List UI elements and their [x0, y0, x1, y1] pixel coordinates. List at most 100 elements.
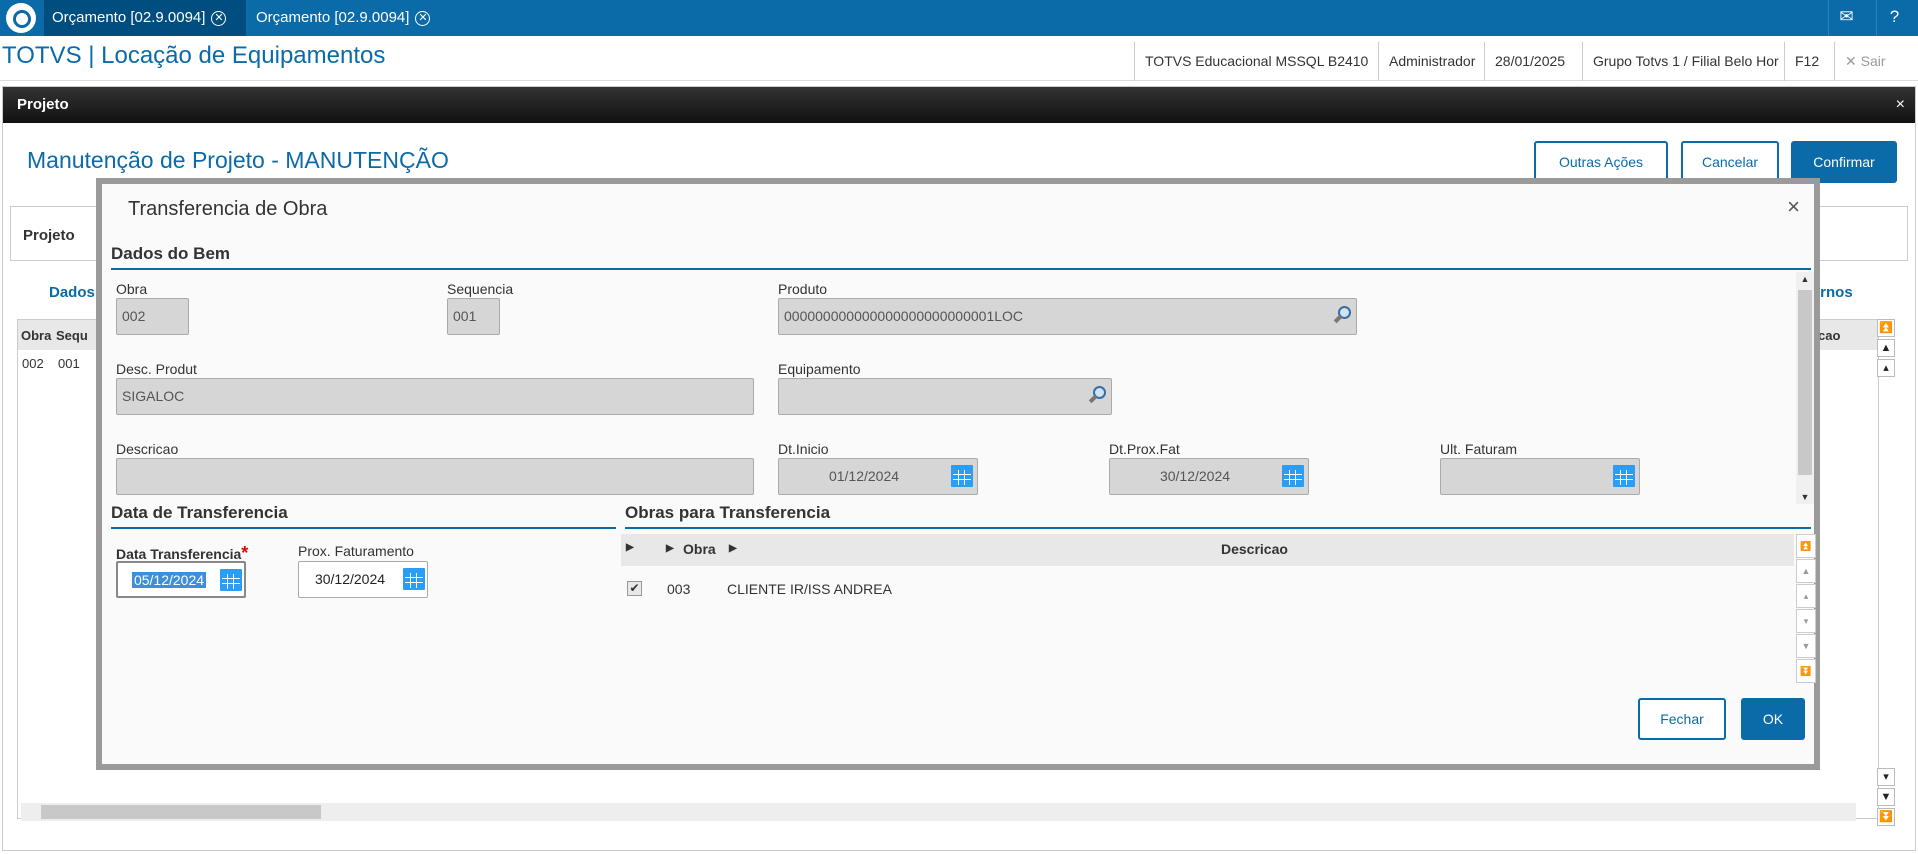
desc-produt-label: Desc. Produt: [116, 361, 197, 377]
ult-faturam-field[interactable]: / /: [1440, 458, 1640, 495]
close-tab-icon[interactable]: ✕: [415, 10, 431, 26]
desc-produt-field[interactable]: SIGALOC: [116, 378, 754, 415]
calendar-icon[interactable]: [951, 465, 973, 487]
data-transferencia-input[interactable]: 05/12/2024: [116, 561, 246, 598]
ult-faturam-label: Ult. Faturam: [1440, 441, 1518, 457]
tab-label: Orçamento [02.9.0094]: [256, 9, 410, 26]
produto-label: Produto: [778, 281, 828, 297]
top-bar: Orçamento [02.9.0094] ✕ Orçamento [02.9.0…: [0, 0, 1918, 36]
produto-field[interactable]: 000000000000000000000000001LOC: [778, 298, 1357, 335]
equipamento-search-icon[interactable]: [1088, 386, 1107, 404]
col-descricao-header[interactable]: Descricao: [1221, 541, 1288, 557]
bg-cell-obra[interactable]: 002: [22, 356, 44, 371]
produto-search-icon[interactable]: [1333, 306, 1352, 324]
grid-navigation: ⏫ ▲ ▴ ▾ ▼ ⏬: [1796, 534, 1816, 684]
obras-grid-header: ▶ ▶ Obra ▶ Descricao: [621, 534, 1794, 566]
help-icon[interactable]: ?: [1876, 0, 1912, 36]
branch-label[interactable]: Grupo Totvs 1 / Filial Belo Hor: [1582, 42, 1784, 81]
move-up-icon[interactable]: ▲: [1796, 559, 1816, 583]
move-down-small-icon[interactable]: ▾: [1796, 609, 1816, 633]
scroll-up-icon[interactable]: ▲: [1796, 272, 1814, 286]
bg-cell-seq[interactable]: 001: [58, 356, 80, 371]
modal-body: Transferencia de Obra × Dados do Bem Obr…: [102, 184, 1816, 764]
environment-label[interactable]: TOTVS Educacional MSSQL B2410: [1134, 42, 1378, 81]
ok-button[interactable]: OK: [1741, 698, 1805, 740]
move-up-icon[interactable]: ▲: [1877, 339, 1895, 357]
dt-prox-fat-value: 30/12/2024: [1159, 468, 1231, 484]
bg-col-right: cao: [1818, 328, 1841, 343]
close-tab-icon[interactable]: ✕: [211, 10, 227, 26]
prox-faturamento-value: 30/12/2024: [314, 571, 386, 587]
obras-transferencia-section: Obras para Transferencia: [625, 503, 1811, 529]
obra-label: Obra: [116, 281, 148, 297]
prox-faturamento-input[interactable]: 30/12/2024: [298, 561, 428, 598]
panel-title: Projeto: [17, 96, 69, 113]
tab-label: Orçamento [02.9.0094]: [52, 9, 206, 26]
horizontal-scrollbar[interactable]: [21, 803, 1856, 821]
move-top-icon[interactable]: ⏫: [1877, 319, 1895, 337]
modal-vertical-scrollbar[interactable]: ▲ ▼: [1796, 272, 1814, 504]
tab-orcamento-2[interactable]: Orçamento [02.9.0094] ✕: [248, 0, 448, 36]
row-checkbox[interactable]: ✔: [627, 581, 642, 596]
cell-descricao: CLIENTE IR/ISS ANDREA: [727, 581, 892, 597]
tab-dados[interactable]: Dados: [49, 284, 95, 301]
move-down-icon[interactable]: ▼: [1796, 634, 1816, 658]
projeto-section-title: Projeto: [23, 227, 75, 244]
logout-button[interactable]: ✕ Sair: [1834, 42, 1918, 81]
bg-col-obra: Obra: [21, 328, 52, 343]
move-up-small-icon[interactable]: ▴: [1796, 584, 1816, 608]
move-down-icon[interactable]: ▼: [1877, 788, 1895, 806]
scroll-thumb[interactable]: [1798, 290, 1812, 475]
required-marker: *: [241, 543, 249, 563]
move-top-icon[interactable]: ⏫: [1796, 534, 1816, 558]
dados-do-bem-section: Dados do Bem: [111, 244, 1811, 270]
calendar-icon[interactable]: [403, 568, 425, 590]
scroll-down-icon[interactable]: ▼: [1796, 490, 1814, 504]
calendar-icon[interactable]: [1613, 465, 1635, 487]
move-up-small-icon[interactable]: ▴: [1877, 359, 1895, 377]
confirm-button[interactable]: Confirmar: [1791, 141, 1897, 183]
app-title: TOTVS | Locação de Equipamentos: [2, 42, 386, 69]
modal-title: Transferencia de Obra: [128, 198, 328, 220]
dt-inicio-field[interactable]: 01/12/2024: [778, 458, 978, 495]
sequencia-label: Sequencia: [447, 281, 514, 297]
page-title: Manutenção de Projeto - MANUTENÇÃO: [27, 147, 449, 173]
dt-prox-fat-field[interactable]: 30/12/2024: [1109, 458, 1309, 495]
descricao-label: Descricao: [116, 441, 179, 457]
move-down-small-icon[interactable]: ▾: [1877, 768, 1895, 786]
move-bottom-icon[interactable]: ⏬: [1796, 659, 1816, 683]
data-transferencia-section: Data de Transferencia: [111, 503, 616, 529]
sequencia-field[interactable]: 001: [447, 298, 500, 335]
calendar-icon[interactable]: [1282, 465, 1304, 487]
cancel-button[interactable]: Cancelar: [1681, 141, 1779, 183]
user-label[interactable]: Administrador: [1378, 42, 1484, 81]
obra-field[interactable]: 002: [116, 298, 189, 335]
calendar-icon[interactable]: [220, 569, 242, 591]
close-modal-icon[interactable]: ×: [1787, 194, 1800, 220]
scroll-thumb[interactable]: [41, 805, 321, 819]
equipamento-field[interactable]: [778, 378, 1112, 415]
f12-shortcut[interactable]: F12: [1784, 42, 1834, 81]
panel-header: Projeto ×: [3, 87, 1915, 123]
mail-icon[interactable]: ✉: [1828, 0, 1864, 36]
dt-inicio-value: 01/12/2024: [828, 468, 900, 484]
app-header: TOTVS | Locação de Equipamentos TOTVS Ed…: [0, 36, 1918, 81]
close-panel-icon[interactable]: ×: [1896, 87, 1905, 123]
data-transferencia-label-text: Data Transferencia: [116, 546, 242, 562]
sort-icon[interactable]: ▶: [729, 543, 737, 554]
transferencia-modal: Transferencia de Obra × Dados do Bem Obr…: [96, 178, 1820, 770]
col-obra-header[interactable]: Obra: [683, 541, 716, 557]
fechar-button[interactable]: Fechar: [1638, 698, 1726, 740]
dt-prox-fat-label: Dt.Prox.Fat: [1109, 441, 1180, 457]
table-row[interactable]: ✔ 003 CLIENTE IR/ISS ANDREA: [621, 572, 1794, 606]
row-marker-icon: ▶: [626, 542, 634, 553]
date-label[interactable]: 28/01/2025: [1484, 42, 1582, 81]
outras-acoes-button[interactable]: Outras Ações: [1534, 141, 1668, 183]
sort-icon[interactable]: ▶: [666, 543, 674, 554]
descricao-field[interactable]: [116, 458, 754, 495]
cell-obra: 003: [667, 581, 691, 597]
move-bottom-icon[interactable]: ⏬: [1877, 808, 1895, 826]
totvs-logo-icon[interactable]: [6, 3, 36, 33]
tab-orcamento-1[interactable]: Orçamento [02.9.0094] ✕: [44, 0, 246, 36]
data-transferencia-value: 05/12/2024: [131, 572, 207, 588]
